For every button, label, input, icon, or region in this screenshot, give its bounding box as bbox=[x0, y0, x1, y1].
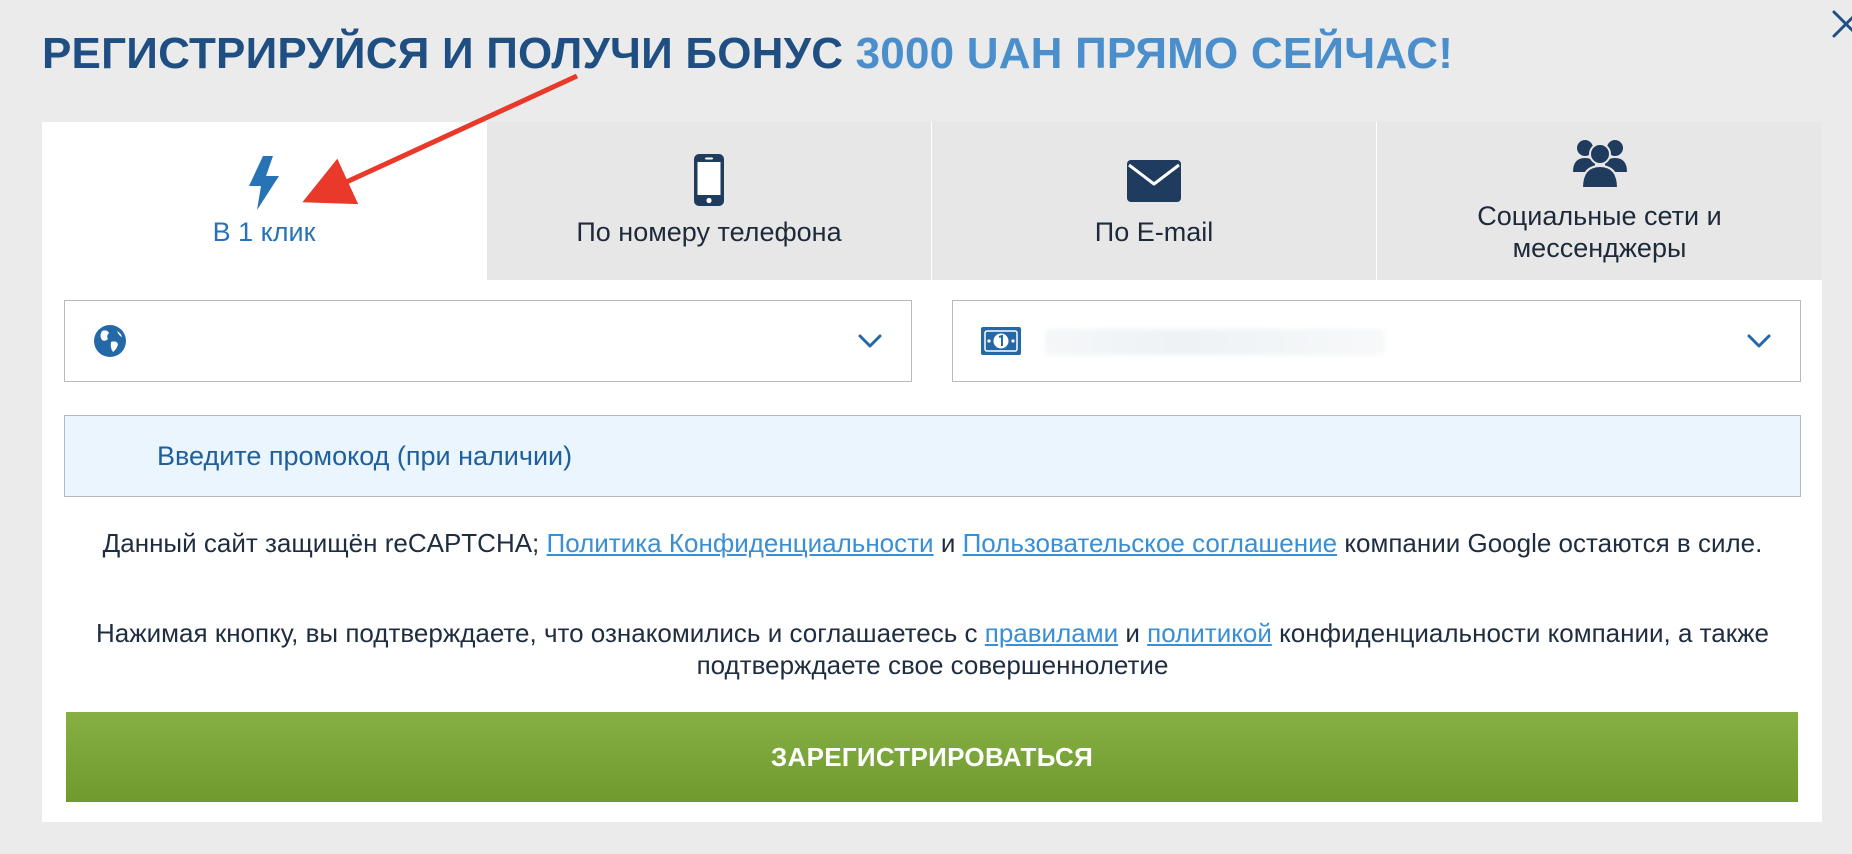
recaptcha-notice: Данный сайт защищён reCAPTCHA; Политика … bbox=[64, 527, 1801, 559]
tab-social-messengers-label: Социальные сети и мессенджеры bbox=[1377, 200, 1822, 264]
close-button[interactable] bbox=[1826, 4, 1852, 44]
title-bonus-accent: 3000 UAH ПРЯМО СЕЙЧАС! bbox=[855, 29, 1454, 78]
currency-value-blurred bbox=[1045, 329, 1385, 355]
users-icon bbox=[1377, 138, 1822, 188]
promo-code-input[interactable] bbox=[65, 416, 1800, 496]
tab-by-phone-label: По номеру телефона bbox=[576, 217, 842, 247]
register-button[interactable]: ЗАРЕГИСТРИРОВАТЬСЯ bbox=[66, 712, 1798, 802]
recaptcha-suffix: компании Google остаются в силе. bbox=[1344, 528, 1763, 558]
title-main: РЕГИСТРИРУЙСЯ И ПОЛУЧИ БОНУС bbox=[42, 29, 844, 78]
phone-icon bbox=[487, 154, 931, 206]
terms-of-service-link[interactable]: Пользовательское соглашение bbox=[963, 528, 1338, 558]
page-title: РЕГИСТРИРУЙСЯ И ПОЛУЧИ БОНУС 3000 UAH ПР… bbox=[42, 26, 1453, 82]
chevron-down-icon bbox=[857, 331, 883, 356]
tab-social-messengers[interactable]: Социальные сети и мессенджеры bbox=[1377, 122, 1822, 280]
policy-link[interactable]: политикой bbox=[1147, 618, 1272, 648]
tab-by-phone[interactable]: По номеру телефона bbox=[487, 122, 931, 280]
rules-link[interactable]: правилами bbox=[985, 618, 1118, 648]
lightning-icon bbox=[42, 156, 486, 210]
consent-notice: Нажимая кнопку, вы подтверждаете, что оз… bbox=[64, 617, 1801, 681]
chevron-down-icon bbox=[1746, 331, 1772, 356]
consent-and: и bbox=[1125, 618, 1140, 648]
promo-code-field[interactable] bbox=[64, 415, 1801, 497]
country-select[interactable] bbox=[64, 300, 912, 382]
consent-prefix: Нажимая кнопку, вы подтверждаете, что оз… bbox=[96, 618, 978, 648]
recaptcha-prefix: Данный сайт защищён reCAPTCHA; bbox=[102, 528, 540, 558]
tab-one-click-label: В 1 клик bbox=[212, 217, 316, 247]
privacy-policy-link[interactable]: Политика Конфиденциальности bbox=[547, 528, 934, 558]
banknote-icon bbox=[981, 325, 1021, 362]
tab-social-label-line1: Социальные сети и bbox=[1477, 201, 1722, 231]
envelope-icon bbox=[932, 160, 1376, 202]
registration-modal: РЕГИСТРИРУЙСЯ И ПОЛУЧИ БОНУС 3000 UAH ПР… bbox=[0, 0, 1852, 854]
registration-panel: В 1 клик По номеру телефона По E-mail Со… bbox=[42, 122, 1822, 822]
currency-select[interactable] bbox=[952, 300, 1801, 382]
recaptcha-and: и bbox=[940, 528, 956, 558]
globe-icon bbox=[93, 324, 127, 363]
tab-by-email[interactable]: По E-mail bbox=[932, 122, 1376, 280]
registration-tabs: В 1 клик По номеру телефона По E-mail Со… bbox=[42, 122, 1822, 280]
tab-social-label-line2: мессенджеры bbox=[1512, 233, 1687, 263]
close-icon bbox=[1832, 10, 1852, 38]
tab-by-email-label: По E-mail bbox=[1094, 217, 1214, 247]
tab-one-click[interactable]: В 1 клик bbox=[42, 122, 486, 280]
